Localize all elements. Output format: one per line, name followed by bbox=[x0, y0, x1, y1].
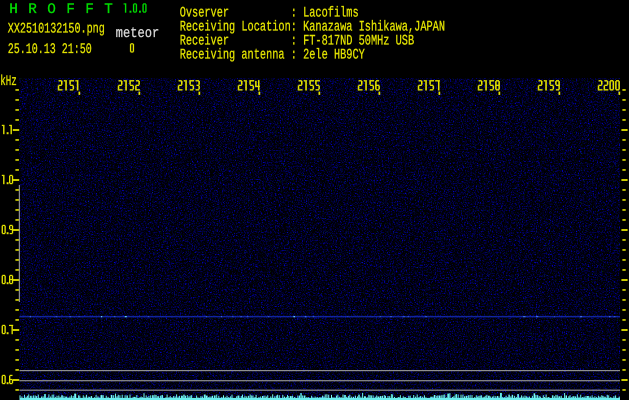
svg-text:kHz: kHz bbox=[0, 74, 17, 90]
svg-text:25.10.13 21:50: 25.10.13 21:50 bbox=[8, 42, 92, 58]
svg-text:F: F bbox=[85, 2, 94, 18]
svg-text:O: O bbox=[47, 2, 56, 18]
svg-text:F: F bbox=[66, 2, 75, 18]
svg-text:T: T bbox=[104, 2, 113, 18]
svg-text:XX2510132150.png: XX2510132150.png bbox=[8, 21, 105, 37]
svg-text:meteor: meteor bbox=[116, 26, 160, 42]
svg-text:H: H bbox=[9, 2, 18, 18]
svg-text:Receiving antenna : 2ele HB9CY: Receiving antenna : 2ele HB9CY bbox=[180, 47, 365, 63]
svg-text:R: R bbox=[28, 2, 37, 18]
